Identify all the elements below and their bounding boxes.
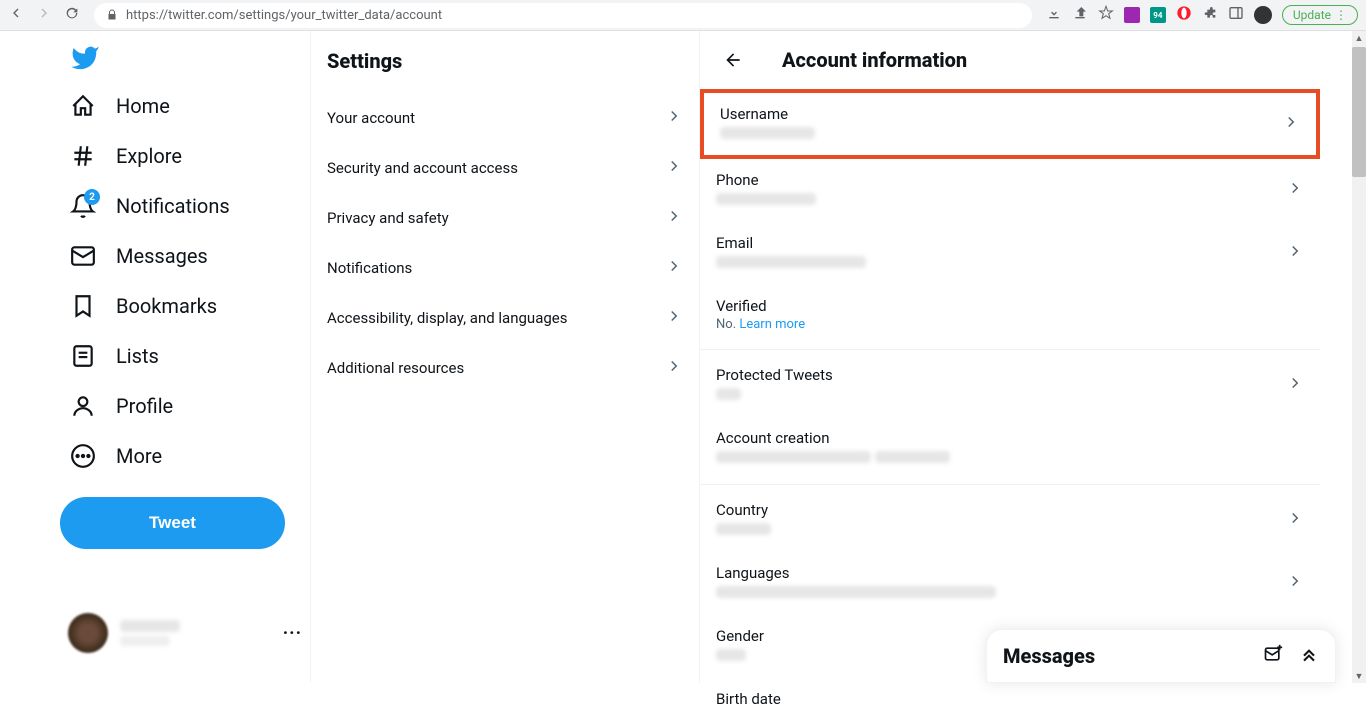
back-button[interactable]: [716, 43, 750, 77]
gender-value-redacted: [716, 649, 746, 661]
chevron-right-icon: [665, 257, 683, 279]
chevron-right-icon: [665, 107, 683, 129]
creation-value-redacted-2: [875, 451, 950, 463]
detail-column: Account information Username Phone Email: [700, 31, 1320, 683]
kebab-icon: ⋮: [1335, 8, 1347, 22]
info-phone[interactable]: Phone: [700, 159, 1320, 222]
lock-icon: [106, 6, 118, 25]
new-message-icon[interactable]: [1263, 644, 1283, 668]
settings-your-account[interactable]: Your account: [311, 93, 699, 143]
ellipsis-icon: ···: [283, 623, 302, 644]
nav-more[interactable]: More: [60, 431, 310, 481]
account-handle-redacted: [120, 636, 170, 646]
extension-icon-2[interactable]: 94: [1150, 7, 1166, 23]
account-switcher[interactable]: ···: [60, 605, 310, 661]
browser-bar: https://twitter.com/settings/your_twitte…: [0, 0, 1366, 31]
settings-security[interactable]: Security and account access: [311, 143, 699, 193]
scrollbar[interactable]: ▲ ▼: [1352, 31, 1366, 683]
nav-lists[interactable]: Lists: [60, 331, 310, 381]
detail-header: Account information: [700, 31, 1320, 89]
tweet-button[interactable]: Tweet: [60, 497, 285, 549]
info-verified: Verified No. Learn more: [700, 285, 1320, 345]
account-avatar: [68, 613, 108, 653]
settings-accessibility[interactable]: Accessibility, display, and languages: [311, 293, 699, 343]
chevron-right-icon: [1286, 374, 1304, 396]
chevron-right-icon: [665, 307, 683, 329]
username-value-redacted: [720, 127, 815, 139]
panel-icon[interactable]: [1228, 5, 1244, 25]
detail-title: Account information: [782, 48, 967, 72]
person-icon: [70, 393, 96, 419]
info-email[interactable]: Email: [700, 222, 1320, 285]
left-sidebar: Home Explore 2 Notifications Messages Bo…: [0, 31, 310, 683]
home-icon: [70, 93, 96, 119]
chevron-right-icon: [665, 207, 683, 229]
bookmark-icon: [70, 293, 96, 319]
hashtag-icon: [70, 143, 96, 169]
info-languages[interactable]: Languages: [700, 552, 1320, 615]
languages-value-redacted: [716, 586, 996, 598]
browser-nav-controls: [8, 5, 80, 25]
forward-browser-icon[interactable]: [36, 5, 52, 25]
back-browser-icon[interactable]: [8, 5, 24, 25]
chevron-right-icon: [665, 357, 683, 379]
url-text: https://twitter.com/settings/your_twitte…: [126, 8, 442, 23]
profile-avatar-browser[interactable]: [1254, 6, 1272, 24]
chevron-right-icon: [1286, 509, 1304, 531]
settings-privacy[interactable]: Privacy and safety: [311, 193, 699, 243]
info-protected-tweets[interactable]: Protected Tweets: [700, 354, 1320, 417]
info-country[interactable]: Country: [700, 489, 1320, 552]
bell-icon: 2: [70, 193, 96, 219]
info-username[interactable]: Username: [700, 89, 1320, 159]
email-value-redacted: [716, 256, 866, 268]
more-circle-icon: [70, 443, 96, 469]
chevron-right-icon: [665, 157, 683, 179]
expand-up-icon[interactable]: [1299, 644, 1319, 668]
settings-additional[interactable]: Additional resources: [311, 343, 699, 393]
notification-badge: 2: [84, 189, 100, 205]
divider: [700, 349, 1320, 350]
envelope-icon: [70, 243, 96, 269]
scroll-thumb[interactable]: [1352, 47, 1366, 177]
chevron-right-icon: [1286, 179, 1304, 201]
extension-icon-1[interactable]: [1124, 7, 1140, 23]
star-icon[interactable]: [1098, 5, 1114, 25]
settings-title: Settings: [311, 31, 699, 93]
list-icon: [70, 343, 96, 369]
settings-column: Settings Your account Security and accou…: [310, 31, 700, 683]
browser-actions: 94 Update ⋮: [1046, 5, 1358, 25]
nav-explore[interactable]: Explore: [60, 131, 310, 181]
nav-home[interactable]: Home: [60, 81, 310, 131]
download-icon[interactable]: [1046, 5, 1062, 25]
scroll-down-icon[interactable]: ▼: [1352, 669, 1366, 683]
nav-messages[interactable]: Messages: [60, 231, 310, 281]
chevron-right-icon: [1286, 572, 1304, 594]
settings-notifications[interactable]: Notifications: [311, 243, 699, 293]
extensions-puzzle-icon[interactable]: [1202, 5, 1218, 25]
twitter-logo-icon[interactable]: [70, 43, 100, 73]
account-name-redacted: [120, 620, 180, 632]
nav-profile[interactable]: Profile: [60, 381, 310, 431]
extension-icon-opera[interactable]: [1176, 5, 1192, 25]
divider: [700, 484, 1320, 485]
chevron-right-icon: [1286, 242, 1304, 264]
share-icon[interactable]: [1072, 5, 1088, 25]
creation-value-redacted: [716, 451, 871, 463]
scroll-up-icon[interactable]: ▲: [1352, 31, 1366, 45]
messages-drawer-title: Messages: [1003, 644, 1095, 668]
nav-notifications[interactable]: 2 Notifications: [60, 181, 310, 231]
nav-bookmarks[interactable]: Bookmarks: [60, 281, 310, 331]
reload-icon[interactable]: [64, 5, 80, 25]
country-value-redacted: [716, 523, 771, 535]
phone-value-redacted: [716, 193, 816, 205]
protected-value-redacted: [716, 388, 741, 400]
learn-more-link[interactable]: Learn more: [739, 317, 805, 332]
info-account-creation: Account creation: [700, 417, 1320, 480]
messages-drawer[interactable]: Messages: [986, 629, 1336, 683]
update-button[interactable]: Update ⋮: [1282, 5, 1358, 25]
url-bar[interactable]: https://twitter.com/settings/your_twitte…: [94, 3, 1032, 28]
chevron-right-icon: [1282, 113, 1300, 135]
